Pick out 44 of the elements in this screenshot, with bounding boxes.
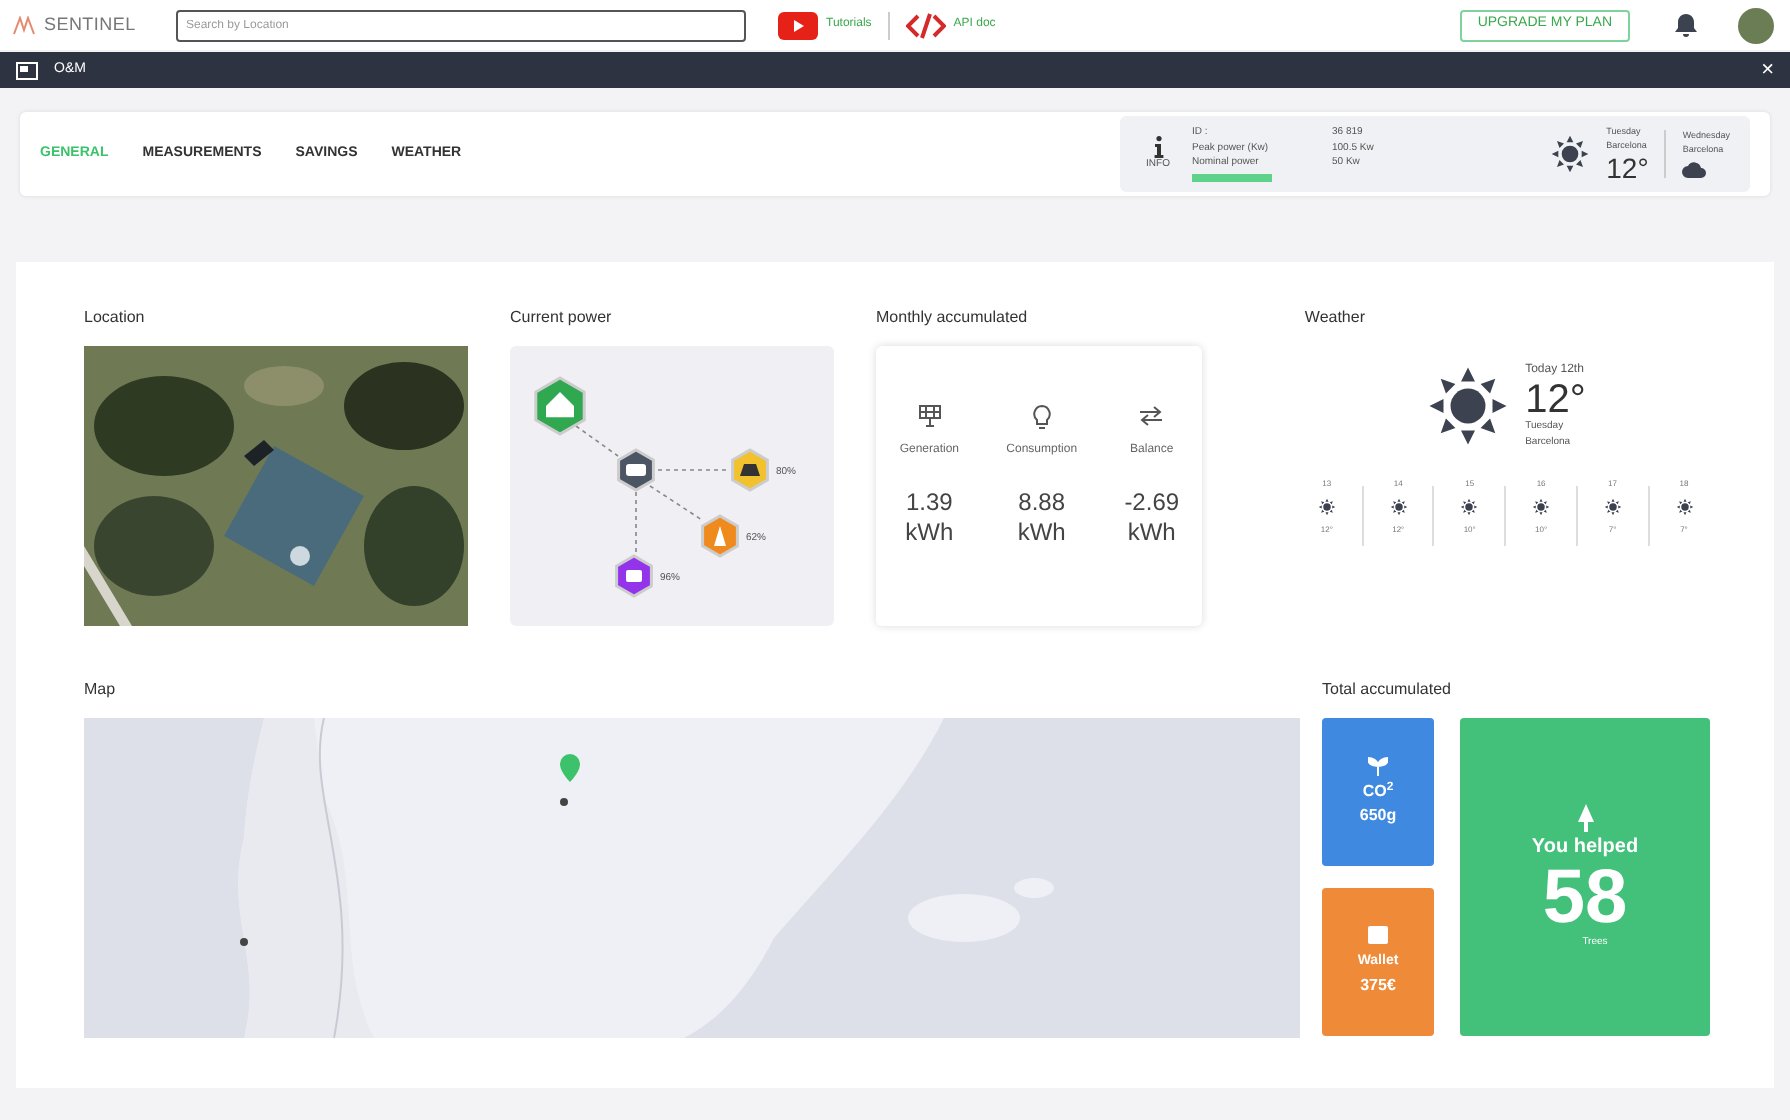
avatar[interactable] bbox=[1738, 7, 1774, 43]
sun-icon bbox=[1603, 498, 1622, 516]
sun-icon bbox=[1675, 498, 1693, 516]
sprout-icon bbox=[1368, 756, 1388, 776]
metric-unit: kWh bbox=[905, 518, 954, 548]
section-title: Location bbox=[84, 306, 147, 330]
arrows-icon bbox=[1138, 406, 1165, 426]
co2-label: CO$^{2}$ bbox=[1362, 780, 1394, 804]
play-icon bbox=[778, 11, 818, 39]
section-title: Monthly accumulated bbox=[876, 306, 1030, 330]
panel-icon bbox=[917, 404, 942, 428]
window-icon bbox=[16, 61, 38, 79]
trees-label: You helped bbox=[1529, 835, 1641, 860]
section-title: Map bbox=[84, 678, 118, 702]
metric-unit: kWh bbox=[1017, 518, 1066, 548]
sun-icon bbox=[1389, 498, 1408, 516]
metric-value: 1.39 bbox=[905, 488, 953, 518]
sun-icon bbox=[1550, 134, 1591, 174]
status-pill bbox=[1192, 173, 1272, 182]
cloud-icon bbox=[1682, 161, 1707, 178]
sun-icon bbox=[1317, 498, 1336, 516]
sun-icon bbox=[1460, 498, 1479, 516]
metric-value: -2.69 bbox=[1124, 488, 1180, 518]
sun-icon bbox=[1532, 498, 1551, 516]
wallet-value: 375€ bbox=[1360, 973, 1396, 998]
temperature: 12° bbox=[1606, 153, 1649, 182]
sun-icon bbox=[1425, 364, 1510, 448]
trees-value: 58 bbox=[1542, 860, 1628, 936]
metric-value: 8.88 bbox=[1018, 488, 1066, 518]
code-icon bbox=[905, 11, 946, 39]
section-title: Weather bbox=[1304, 306, 1367, 330]
info-icon bbox=[1153, 135, 1163, 158]
co2-value: 650g bbox=[1359, 804, 1397, 828]
wallet-icon bbox=[1368, 926, 1388, 945]
brand-name: SENTINEL bbox=[44, 11, 136, 38]
bulb-icon bbox=[1031, 403, 1052, 429]
tree-icon bbox=[1575, 803, 1595, 831]
bell-icon[interactable] bbox=[1674, 12, 1698, 38]
section-title: Total accumulated bbox=[1322, 678, 1453, 702]
metric-unit: kWh bbox=[1127, 518, 1176, 548]
section-title: Current power bbox=[510, 306, 614, 330]
logo-icon bbox=[12, 15, 36, 35]
temperature: 12° bbox=[1525, 380, 1586, 420]
close-button[interactable]: × bbox=[1761, 59, 1774, 81]
